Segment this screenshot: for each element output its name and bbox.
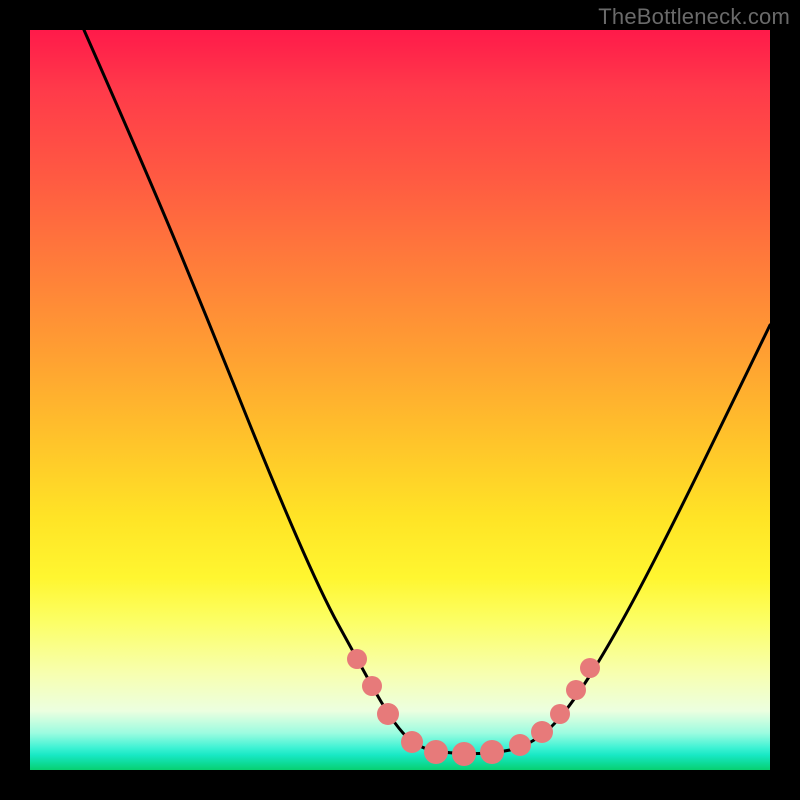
curve-marker-dot (580, 658, 600, 678)
curve-marker-dot (377, 703, 399, 725)
curve-marker-layer (30, 30, 770, 770)
curve-marker-dot (424, 740, 448, 764)
curve-marker-dot (347, 649, 367, 669)
watermark-text: TheBottleneck.com (598, 4, 790, 30)
curve-marker-dot (401, 731, 423, 753)
curve-marker-dot (509, 734, 531, 756)
curve-marker-dot (452, 742, 476, 766)
plot-area (30, 30, 770, 770)
curve-marker-dot (362, 676, 382, 696)
chart-frame: TheBottleneck.com (0, 0, 800, 800)
curve-marker-dot (480, 740, 504, 764)
curve-marker-dot (550, 704, 570, 724)
curve-marker-dot (531, 721, 553, 743)
curve-marker-dot (566, 680, 586, 700)
